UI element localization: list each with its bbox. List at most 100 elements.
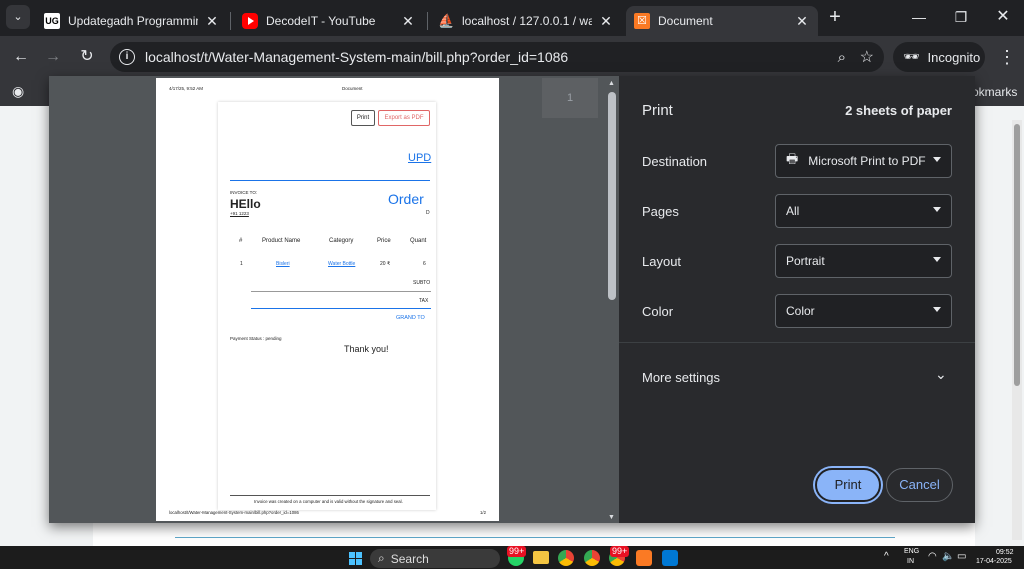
taskbar-search[interactable]: ⌕ Search [370, 549, 500, 568]
color-select[interactable]: Color [775, 294, 952, 328]
color-value: Color [786, 304, 815, 318]
zoom-icon[interactable]: ⌕ [838, 49, 846, 66]
grand-total-label: GRAND TO [396, 315, 425, 321]
language-top[interactable]: ENG [904, 548, 919, 555]
print-dialog: 4/17/25, 9:52 AM Document Print Export a… [49, 76, 975, 523]
tab-document[interactable]: ☒ Document ✕ [626, 6, 818, 36]
tax-label: TAX [419, 298, 429, 304]
col-category: Category [329, 238, 354, 244]
address-bar[interactable]: i localhost/t/Water-Management-System-ma… [110, 42, 884, 72]
layout-label: Layout [642, 254, 682, 269]
volume-icon[interactable]: 🔈 [942, 551, 954, 562]
print-preview: 4/17/25, 9:52 AM Document Print Export a… [49, 76, 619, 523]
restore-icon[interactable]: ❐ [948, 4, 974, 30]
pages-select[interactable]: All [775, 194, 952, 228]
preview-page-2: 1 [542, 78, 598, 118]
chevron-down-icon [933, 207, 941, 212]
customer-name: HEllo [230, 197, 261, 211]
clock-time[interactable]: 09:52 [996, 549, 1014, 556]
menu-icon[interactable]: ⋮ [994, 44, 1020, 70]
globe-icon[interactable]: ◉ [12, 83, 24, 100]
file-explorer-icon[interactable] [533, 551, 549, 564]
youtube-icon [242, 13, 258, 29]
chevron-down-icon [933, 157, 941, 162]
destination-select[interactable]: 🖶 Microsoft Print to PDF [775, 144, 952, 178]
back-icon[interactable]: ← [8, 44, 34, 70]
url-text[interactable]: localhost/t/Water-Management-System-main… [145, 49, 568, 65]
chevron-up-icon[interactable]: ^ [884, 551, 889, 562]
order-date: D [426, 210, 430, 216]
more-settings-label: More settings [642, 370, 721, 385]
layout-value: Portrait [786, 254, 825, 268]
battery-icon[interactable]: ▭ [957, 551, 966, 562]
all-bookmarks-label[interactable]: okmarks [972, 85, 1017, 99]
new-tab-icon[interactable]: + [822, 4, 848, 30]
layout-select[interactable]: Portrait [775, 244, 952, 278]
col-price: Price [377, 238, 391, 244]
language-bottom[interactable]: IN [907, 558, 914, 565]
tab-search-icon[interactable]: ⌄ [6, 5, 30, 29]
close-icon[interactable]: ✕ [400, 13, 416, 30]
footer-note: Invoice was created on a computer and is… [254, 499, 403, 504]
row-number: 1 [240, 261, 243, 267]
invoice-card: Print Export as PDF UPD INVOICE TO: HEll… [218, 102, 436, 510]
cancel-button-label: Cancel [899, 477, 940, 492]
clock-date[interactable]: 17-04-2025 [976, 558, 1012, 565]
site-info-icon[interactable]: i [119, 49, 135, 65]
wifi-icon[interactable]: ◠ [928, 551, 937, 562]
doc-footer-page: 1/2 [480, 510, 486, 515]
close-window-icon[interactable]: ✕ [990, 4, 1016, 30]
page-scrollbar[interactable] [1012, 120, 1022, 540]
print-button[interactable]: Print [815, 468, 881, 502]
search-icon: ⌕ [378, 551, 385, 565]
more-settings-toggle[interactable]: More settings ⌄ [619, 358, 975, 394]
close-icon[interactable]: ✕ [204, 13, 220, 30]
scroll-down-icon[interactable]: ▼ [608, 514, 615, 521]
close-icon[interactable]: ✕ [794, 13, 810, 30]
chrome-profile-icon[interactable] [584, 550, 600, 566]
xampp-taskbar-icon[interactable] [636, 550, 652, 566]
tab-title: Updategadh Programming - [68, 14, 198, 28]
thank-you-text: Thank you! [344, 344, 389, 354]
taskbar: ⌕ Search 99+ 99+ ^ ENG IN ◠ 🔈 ▭ 09:52 17… [0, 546, 1024, 569]
printer-icon: 🖶 [786, 151, 799, 166]
forward-icon[interactable]: → [40, 44, 66, 70]
bookmark-star-icon[interactable]: ☆ [860, 47, 874, 67]
export-pdf-button[interactable]: Export as PDF [378, 110, 430, 126]
color-label: Color [642, 304, 674, 319]
reload-icon[interactable]: ↻ [74, 44, 100, 70]
col-number: # [239, 238, 243, 244]
windows-start-icon[interactable] [349, 552, 362, 565]
tab-phpmyadmin[interactable]: ⛵ localhost / 127.0.0.1 / water- ✕ [430, 6, 622, 36]
incognito-badge[interactable]: 🕶 Incognito [893, 42, 985, 72]
phpmyadmin-icon: ⛵ [438, 13, 455, 28]
print-button-label: Print [834, 477, 862, 492]
tab-title: Document [658, 14, 713, 28]
row-price: 20 ₹ [380, 261, 391, 267]
doc-footer-url: localhost/t/Water-Management-System-main… [169, 510, 299, 515]
brand-link[interactable]: UPD [408, 152, 431, 164]
invoice-to-label: INVOICE TO: [230, 190, 258, 195]
chevron-down-icon [933, 257, 941, 262]
tab-updategadh[interactable]: UG Updategadh Programming - ✕ [36, 6, 228, 36]
scroll-up-icon[interactable]: ▲ [608, 80, 615, 87]
chrome-icon[interactable] [558, 550, 574, 566]
minimize-icon[interactable]: — [906, 4, 932, 30]
pages-value: All [786, 204, 800, 218]
page-2-number: 1 [566, 92, 574, 104]
sheet-count: 2 sheets of paper [845, 103, 952, 118]
print-settings: Print 2 sheets of paper Destination 🖶 Mi… [619, 76, 975, 523]
tab-title: localhost / 127.0.0.1 / water- [462, 14, 592, 28]
cancel-button[interactable]: Cancel [886, 468, 953, 502]
vscode-icon[interactable] [662, 550, 678, 566]
close-icon[interactable]: ✕ [598, 13, 614, 30]
col-quantity: Quant [410, 238, 427, 244]
preview-page: 4/17/25, 9:52 AM Document Print Export a… [156, 78, 499, 521]
invoice-print-button[interactable]: Print [351, 110, 375, 126]
row-product[interactable]: Bisleri [276, 261, 290, 267]
notification-badge: 99+ [610, 546, 630, 557]
notification-badge: 99+ [507, 546, 527, 557]
row-category[interactable]: Water Bottle [328, 261, 355, 267]
preview-scrollbar[interactable]: ▲ ▼ [607, 80, 617, 521]
tab-youtube[interactable]: DecodeIT - YouTube ✕ [234, 6, 424, 36]
